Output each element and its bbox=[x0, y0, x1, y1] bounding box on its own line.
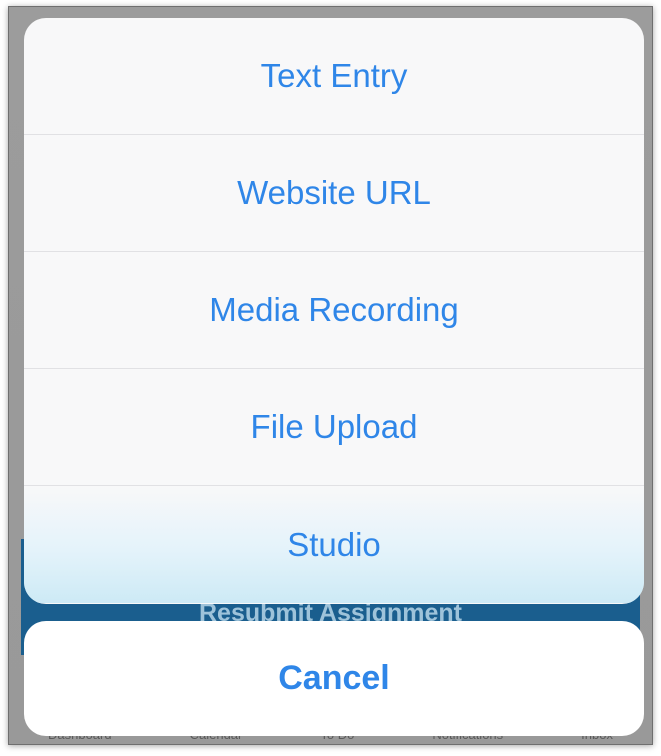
screenshot-frame: Resubmit Assignment Dashboard Calendar T… bbox=[8, 6, 653, 745]
text-entry-option[interactable]: Text Entry bbox=[24, 18, 644, 135]
submission-type-action-sheet: Text Entry Website URL Media Recording F… bbox=[24, 18, 644, 604]
media-recording-option[interactable]: Media Recording bbox=[24, 252, 644, 369]
cancel-button[interactable]: Cancel bbox=[24, 621, 644, 736]
file-upload-option[interactable]: File Upload bbox=[24, 369, 644, 486]
studio-option[interactable]: Studio bbox=[24, 486, 644, 603]
website-url-option[interactable]: Website URL bbox=[24, 135, 644, 252]
